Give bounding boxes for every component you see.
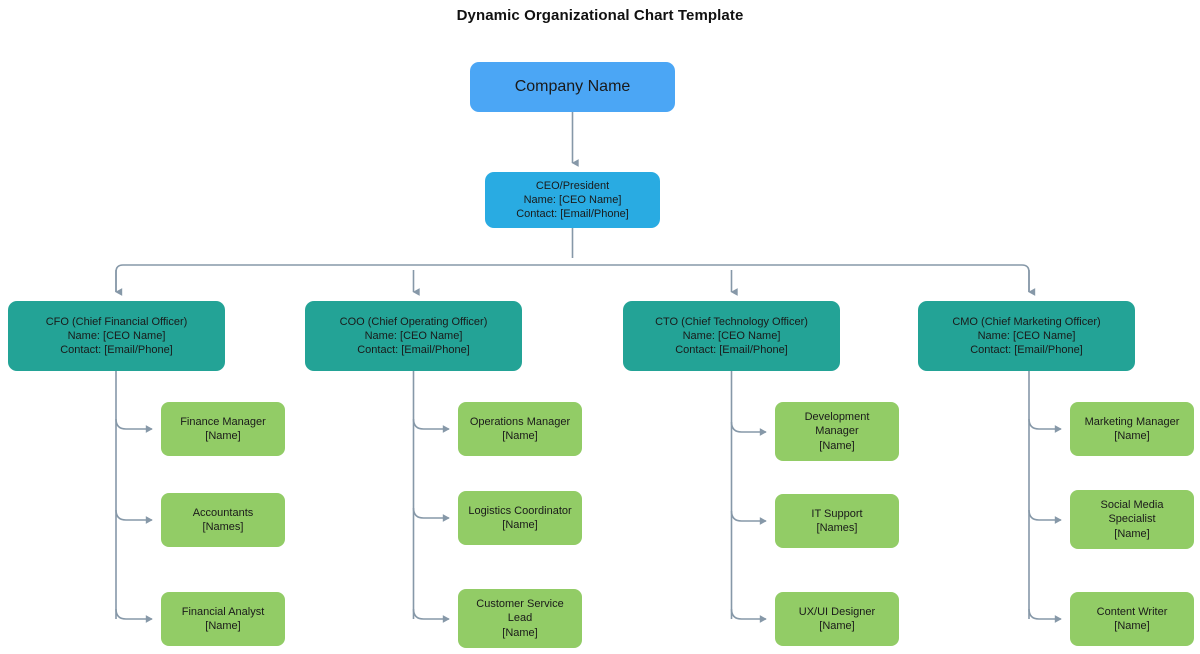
node-marketing-manager-line-1: Marketing Manager xyxy=(1084,415,1180,428)
node-customer-service-lead-line-3: [Name] xyxy=(502,626,538,639)
node-development-manager[interactable]: Development Manager [Name] xyxy=(775,402,899,461)
node-finance-manager[interactable]: Finance Manager [Name] xyxy=(161,402,285,456)
node-cto-line-2: Name: [CEO Name] xyxy=(682,329,781,342)
node-cfo-line-3: Contact: [Email/Phone] xyxy=(60,344,173,357)
node-finance-manager-line-2: [Name] xyxy=(205,430,241,442)
node-it-support[interactable]: IT Support [Names] xyxy=(775,494,899,548)
edge-cto-it-support xyxy=(730,510,767,525)
node-customer-service-lead[interactable]: Customer Service Lead [Name] xyxy=(458,589,582,648)
page-title: Dynamic Organizational Chart Template xyxy=(456,7,744,24)
edge-coo-operations-manager xyxy=(412,418,450,433)
node-operations-manager-line-2: [Name] xyxy=(502,430,538,442)
node-operations-manager-line-1: Operations Manager xyxy=(469,415,571,428)
node-social-media-specialist[interactable]: Social Media Specialist [Name] xyxy=(1070,490,1194,549)
node-cmo-line-1: CMO (Chief Marketing Officer) xyxy=(952,315,1101,328)
node-coo-line-3: Contact: [Email/Phone] xyxy=(357,344,470,357)
node-cmo[interactable]: CMO (Chief Marketing Officer) Name: [CEO… xyxy=(918,301,1135,371)
node-ceo-line-3: Contact: [Email/Phone] xyxy=(516,208,629,221)
edge-coo-logistics-coordinator xyxy=(412,507,450,522)
node-development-manager-line-1: Development xyxy=(804,411,870,424)
node-it-support-line-1: IT Support xyxy=(811,507,863,520)
node-coo[interactable]: COO (Chief Operating Officer) Name: [CEO… xyxy=(305,301,522,371)
edge-cfo-financial-analyst xyxy=(115,608,153,623)
node-cfo-line-2: Name: [CEO Name] xyxy=(67,329,166,342)
node-financial-analyst-line-2: [Name] xyxy=(205,620,241,632)
node-cto-line-3: Contact: [Email/Phone] xyxy=(675,344,788,357)
node-cto[interactable]: CTO (Chief Technology Officer) Name: [CE… xyxy=(623,301,840,371)
node-cfo-line-1: CFO (Chief Financial Officer) xyxy=(45,315,188,328)
edge-cto-ux-ui-designer xyxy=(730,608,767,623)
node-logistics-coordinator-line-1: Logistics Coordinator xyxy=(468,504,572,517)
node-content-writer-line-2: [Name] xyxy=(1114,620,1150,632)
node-cfo[interactable]: CFO (Chief Financial Officer) Name: [CEO… xyxy=(8,301,225,371)
node-finance-manager-line-1: Finance Manager xyxy=(180,415,266,428)
node-financial-analyst-line-1: Financial Analyst xyxy=(181,605,265,618)
node-marketing-manager[interactable]: Marketing Manager [Name] xyxy=(1070,402,1194,456)
node-ux-ui-designer-line-2: [Name] xyxy=(819,620,855,632)
node-accountants-line-1: Accountants xyxy=(192,506,254,519)
node-accountants-line-2: [Names] xyxy=(202,521,244,533)
edge-executive-bus xyxy=(115,264,1030,292)
org-chart-canvas: Dynamic Organizational Chart Template Co… xyxy=(0,0,1200,654)
node-social-media-specialist-line-2: Specialist xyxy=(1108,513,1156,526)
edge-cto-development-manager xyxy=(730,421,767,436)
node-logistics-coordinator-line-2: [Name] xyxy=(502,519,538,531)
node-ceo-line-2: Name: [CEO Name] xyxy=(523,193,622,206)
node-ceo-line-1: CEO/President xyxy=(535,179,610,192)
node-social-media-specialist-line-3: [Name] xyxy=(1114,527,1150,540)
node-content-writer[interactable]: Content Writer [Name] xyxy=(1070,592,1194,646)
node-financial-analyst[interactable]: Financial Analyst [Name] xyxy=(161,592,285,646)
edge-cmo-marketing-manager xyxy=(1028,418,1062,433)
node-customer-service-lead-line-2: Lead xyxy=(507,612,533,625)
edge-cfo-accountants xyxy=(115,509,153,524)
node-it-support-line-2: [Names] xyxy=(816,522,858,534)
node-coo-line-2: Name: [CEO Name] xyxy=(364,329,463,342)
edge-cfo-finance-manager xyxy=(115,418,153,433)
node-cmo-line-3: Contact: [Email/Phone] xyxy=(970,344,1083,357)
node-ceo[interactable]: CEO/President Name: [CEO Name] Contact: … xyxy=(485,172,660,228)
node-development-manager-line-2: Manager xyxy=(815,425,859,438)
node-social-media-specialist-line-1: Social Media xyxy=(1100,499,1164,512)
node-company[interactable]: Company Name xyxy=(470,62,675,112)
node-marketing-manager-line-2: [Name] xyxy=(1114,430,1150,442)
node-logistics-coordinator[interactable]: Logistics Coordinator [Name] xyxy=(458,491,582,545)
edge-cmo-content-writer xyxy=(1028,608,1062,623)
node-accountants[interactable]: Accountants [Names] xyxy=(161,493,285,547)
node-cmo-line-2: Name: [CEO Name] xyxy=(977,329,1076,342)
edge-coo-customer-service-lead xyxy=(412,608,450,623)
node-cto-line-1: CTO (Chief Technology Officer) xyxy=(655,315,808,328)
node-company-line-1: Company Name xyxy=(514,77,631,95)
node-operations-manager[interactable]: Operations Manager [Name] xyxy=(458,402,582,456)
node-customer-service-lead-line-1: Customer Service xyxy=(476,598,564,611)
node-content-writer-line-1: Content Writer xyxy=(1096,605,1168,618)
node-ux-ui-designer-line-1: UX/UI Designer xyxy=(798,605,876,618)
node-development-manager-line-3: [Name] xyxy=(819,439,855,452)
node-ux-ui-designer[interactable]: UX/UI Designer [Name] xyxy=(775,592,899,646)
edge-cmo-social-media-specialist xyxy=(1028,509,1062,524)
node-coo-line-1: COO (Chief Operating Officer) xyxy=(339,315,488,328)
